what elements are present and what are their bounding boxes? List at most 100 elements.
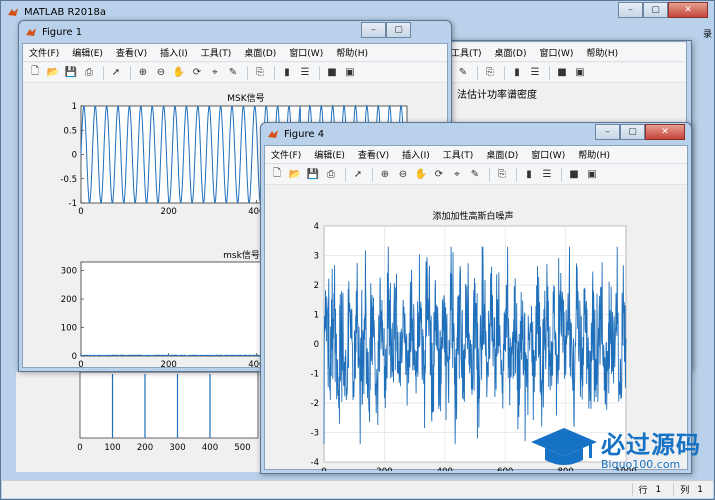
bottom-plot-ticks: 0 100 200 300 400 500 (77, 443, 250, 453)
colorbar-icon[interactable]: ▮ (279, 65, 295, 81)
print-icon[interactable]: ⎙ (81, 65, 97, 81)
figure1-window-controls: – ▢ (361, 22, 411, 38)
maximize-button[interactable]: ▢ (643, 2, 668, 18)
minimize-button[interactable]: – (618, 2, 643, 18)
new-file-icon[interactable]: 🗋 (269, 167, 285, 183)
rotate-3d-icon[interactable]: ⟳ (431, 167, 447, 183)
bg-menu-help[interactable]: 帮助(H) (586, 46, 618, 59)
y-tick-label: 100 (61, 324, 77, 334)
toolbar-separator (274, 65, 275, 80)
y-tick-label: -1 (311, 370, 319, 380)
toolbar-separator (372, 167, 373, 182)
graduation-cap-icon (531, 428, 597, 465)
y-tick-label: -1 (69, 199, 77, 209)
data-cursor-icon[interactable]: ⌖ (449, 167, 465, 183)
hide-plot-tools-icon[interactable]: ■ (324, 65, 340, 81)
y-tick-label: 2 (314, 281, 319, 291)
y-tick-label: 0 (314, 340, 319, 350)
background-figure-menubar: 工具(T) 桌面(D) 窗口(W) 帮助(H) (441, 44, 686, 62)
link-plot-icon[interactable]: ⎘ (482, 65, 498, 81)
open-folder-icon[interactable]: 📂 (287, 167, 303, 183)
maximize-button[interactable]: ▢ (620, 124, 645, 140)
show-plot-tools-icon[interactable]: ▣ (342, 65, 358, 81)
status-col-value: 1 (697, 484, 703, 495)
close-button[interactable]: ✕ (668, 2, 708, 18)
menu-edit[interactable]: 编辑(E) (72, 46, 103, 59)
toolbar-separator (549, 65, 550, 80)
legend-icon[interactable]: ☰ (539, 167, 555, 183)
legend-icon[interactable]: ☰ (297, 65, 313, 81)
select-arrow-icon[interactable]: ➚ (350, 167, 366, 183)
minimize-button[interactable]: – (595, 124, 620, 140)
select-arrow-icon[interactable]: ➚ (108, 65, 124, 81)
legend-icon[interactable]: ☰ (527, 65, 543, 81)
save-icon[interactable]: 💾 (305, 167, 321, 183)
show-plot-tools-icon[interactable]: ▣ (584, 167, 600, 183)
menu-window[interactable]: 窗口(W) (531, 148, 565, 161)
y-tick-label: 0 (72, 151, 77, 161)
brush-icon[interactable]: ✎ (225, 65, 241, 81)
figure1-menubar: 文件(F) 编辑(E) 查看(V) 插入(I) 工具(T) 桌面(D) 窗口(W… (23, 44, 447, 62)
figure4-window[interactable]: Figure 4 – ▢ ✕ 文件(F) 编辑(E) 查看(V) 插入(I) 工… (260, 122, 692, 477)
brush-icon[interactable]: ✎ (467, 167, 483, 183)
figure1-title: Figure 1 (42, 26, 83, 38)
brush-icon[interactable]: ✎ (455, 65, 471, 81)
bottom-plot-axes-box (79, 371, 259, 439)
close-button[interactable]: ✕ (645, 124, 685, 140)
bg-menu-tools[interactable]: 工具(T) (451, 46, 482, 59)
menu-view[interactable]: 查看(V) (358, 148, 389, 161)
y-tick-label: 4 (314, 222, 319, 232)
save-icon[interactable]: 💾 (63, 65, 79, 81)
colorbar-icon[interactable]: ▮ (521, 167, 537, 183)
menu-insert[interactable]: 插入(I) (160, 46, 188, 59)
new-file-icon[interactable]: 🗋 (27, 65, 43, 81)
status-row-value: 1 (655, 484, 662, 495)
y-tick-label: 1 (314, 311, 319, 321)
maximize-button[interactable]: ▢ (386, 22, 411, 38)
figure4-toolbar: 🗋 📂 💾 ⎙ ➚ ⊕ ⊖ ✋ ⟳ ⌖ ✎ ⎘ ▮ ☰ ■ ▣ (265, 165, 687, 185)
colorbar-icon[interactable]: ▮ (509, 65, 525, 81)
bg-menu-desktop[interactable]: 桌面(D) (495, 46, 527, 59)
figure4-title: Figure 4 (284, 128, 325, 140)
menu-file[interactable]: 文件(F) (271, 148, 301, 161)
pan-hand-icon[interactable]: ✋ (171, 65, 187, 81)
hide-plot-tools-icon[interactable]: ■ (554, 65, 570, 81)
x-tick-label: 300 (169, 443, 185, 453)
menu-edit[interactable]: 编辑(E) (314, 148, 345, 161)
msk-spectrum-yticks: 300 200 100 0 (61, 267, 84, 362)
rotate-3d-icon[interactable]: ⟳ (189, 65, 205, 81)
menu-window[interactable]: 窗口(W) (289, 46, 323, 59)
menu-tools[interactable]: 工具(T) (201, 46, 232, 59)
bg-menu-window[interactable]: 窗口(W) (539, 46, 573, 59)
menu-view[interactable]: 查看(V) (116, 46, 147, 59)
toolbar-separator (561, 167, 562, 182)
y-tick-label: 3 (314, 252, 319, 262)
x-tick-label: 0 (321, 467, 326, 471)
menu-help[interactable]: 帮助(H) (578, 148, 610, 161)
menu-file[interactable]: 文件(F) (29, 46, 59, 59)
menu-insert[interactable]: 插入(I) (402, 148, 430, 161)
link-plot-icon[interactable]: ⎘ (494, 167, 510, 183)
figure4-menubar: 文件(F) 编辑(E) 查看(V) 插入(I) 工具(T) 桌面(D) 窗口(W… (265, 146, 687, 164)
zoom-in-icon[interactable]: ⊕ (135, 65, 151, 81)
msk-plot-yticks: 1 0.5 0 -0.5 -1 (60, 102, 84, 209)
menu-desktop[interactable]: 桌面(D) (244, 46, 276, 59)
menu-tools[interactable]: 工具(T) (443, 148, 474, 161)
zoom-out-icon[interactable]: ⊖ (153, 65, 169, 81)
link-plot-icon[interactable]: ⎘ (252, 65, 268, 81)
data-cursor-icon[interactable]: ⌖ (207, 65, 223, 81)
show-plot-tools-icon[interactable]: ▣ (572, 65, 588, 81)
figure4-client: 文件(F) 编辑(E) 查看(V) 插入(I) 工具(T) 桌面(D) 窗口(W… (264, 145, 688, 477)
open-folder-icon[interactable]: 📂 (45, 65, 61, 81)
pan-hand-icon[interactable]: ✋ (413, 167, 429, 183)
print-icon[interactable]: ⎙ (323, 167, 339, 183)
x-tick-label: 600 (497, 467, 513, 471)
menu-desktop[interactable]: 桌面(D) (486, 148, 518, 161)
menu-help[interactable]: 帮助(H) (336, 46, 368, 59)
zoom-in-icon[interactable]: ⊕ (377, 167, 393, 183)
toolbar-separator (477, 65, 478, 80)
x-tick-label: 200 (137, 443, 153, 453)
zoom-out-icon[interactable]: ⊖ (395, 167, 411, 183)
minimize-button[interactable]: – (361, 22, 386, 38)
hide-plot-tools-icon[interactable]: ■ (566, 167, 582, 183)
